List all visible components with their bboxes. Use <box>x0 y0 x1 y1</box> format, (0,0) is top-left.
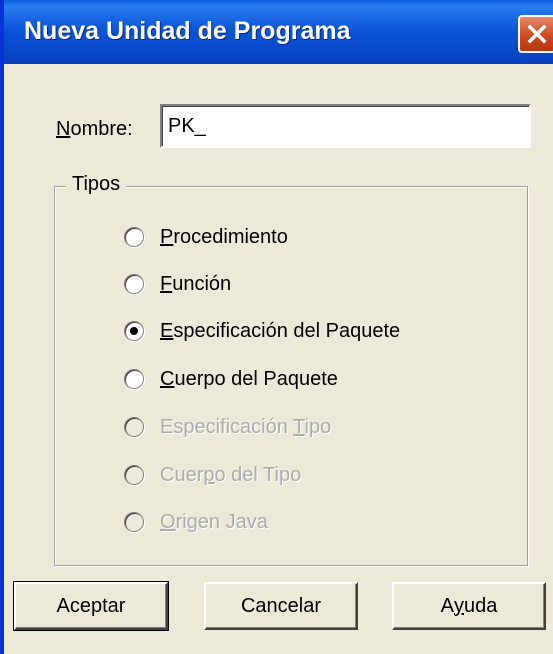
radio-option[interactable]: Función <box>124 269 231 299</box>
radio-option[interactable]: Procedimiento <box>124 222 288 252</box>
radio-option-label: Especificación Tipo <box>160 415 332 438</box>
radio-option-label: Especificación del Paquete <box>160 319 401 342</box>
radio-option: Origen Java <box>124 507 268 537</box>
name-label: Nombre: <box>56 118 133 140</box>
radio-button[interactable] <box>124 274 144 294</box>
radio-option[interactable]: Cuerpo del Paquete <box>124 364 338 394</box>
cancel-button[interactable]: Cancelar <box>204 582 358 630</box>
help-button[interactable]: Ay uda <box>392 582 546 630</box>
radio-option-label: Cuerpo del Tipo <box>160 463 302 486</box>
types-group-label: Tipos <box>66 173 127 196</box>
accept-button[interactable]: Aceptar <box>13 581 169 631</box>
radio-button <box>124 512 144 532</box>
radio-option-label: Procedimiento <box>160 225 288 248</box>
radio-button[interactable] <box>124 369 144 389</box>
name-input[interactable] <box>160 104 531 148</box>
radio-option: Especificación Tipo <box>124 412 331 442</box>
title-bar[interactable]: Nueva Unidad de Programa <box>4 0 553 64</box>
radio-option: Cuerpo del Tipo <box>124 460 301 490</box>
radio-button[interactable] <box>124 227 144 247</box>
radio-option[interactable]: Especificación del Paquete <box>124 316 400 346</box>
radio-option-label: Cuerpo del Paquete <box>160 367 338 390</box>
radio-option-label: Origen Java <box>160 510 268 533</box>
radio-button <box>124 417 144 437</box>
new-program-unit-dialog: Nueva Unidad de Programa Nombre: Tipos P… <box>0 0 553 654</box>
radio-button <box>124 465 144 485</box>
dialog-title: Nueva Unidad de Programa <box>24 17 351 45</box>
close-icon <box>527 24 547 44</box>
radio-option-label: Función <box>160 272 232 295</box>
close-button[interactable] <box>518 15 553 53</box>
radio-button-selected[interactable] <box>124 321 144 341</box>
